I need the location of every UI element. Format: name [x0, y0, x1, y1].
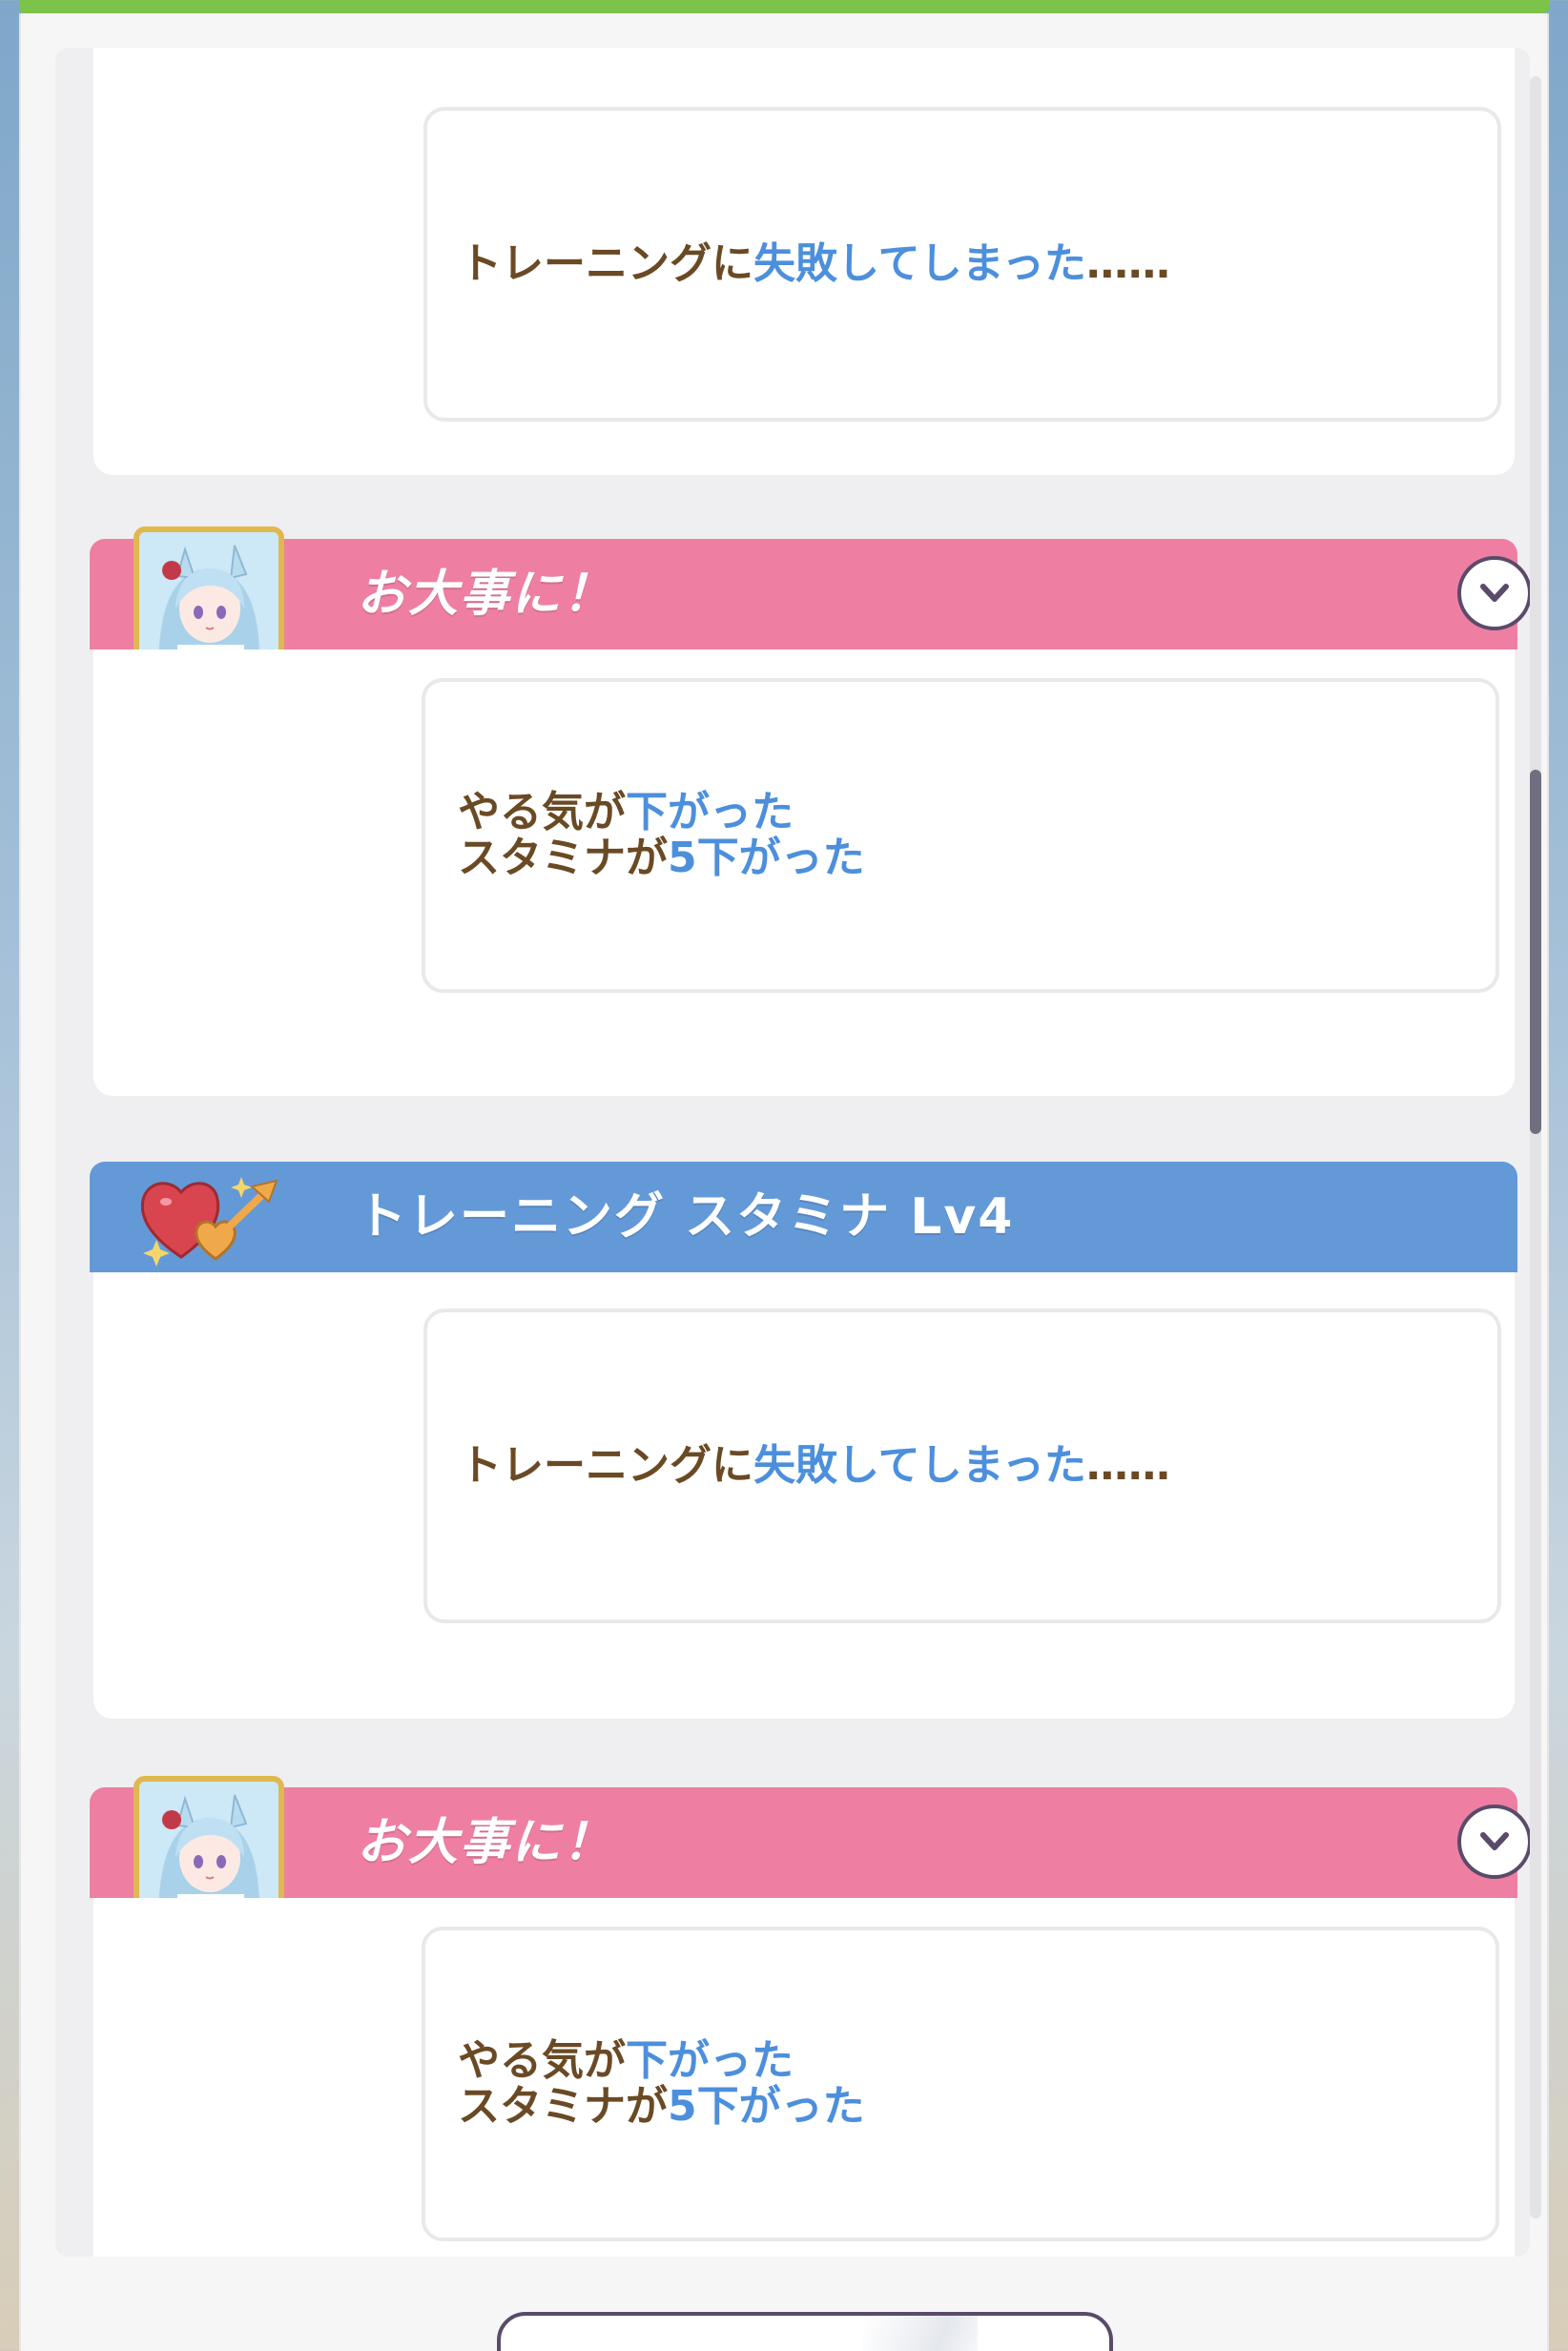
message-box: トレーニングに失敗してしまった……	[423, 107, 1501, 422]
message-text: やる気が下がった スタミナが5下がった	[458, 1930, 865, 2238]
scrollbar-thumb[interactable]	[1530, 770, 1541, 1134]
chevron-down-icon	[1480, 1832, 1509, 1850]
expand-toggle-button[interactable]	[1457, 556, 1530, 630]
message-text: トレーニングに失敗してしまった……	[460, 111, 1170, 418]
message-box: やる気が下がった スタミナが5下がった	[422, 678, 1499, 993]
close-button[interactable]	[497, 2312, 1113, 2351]
message-line: スタミナが5下がった	[458, 834, 865, 882]
event-title: お大事に！	[357, 566, 615, 623]
message-line: トレーニングに失敗してしまった……	[460, 1441, 1170, 1490]
message-line: やる気が下がった	[458, 788, 794, 836]
heart-arrow-icon	[134, 1164, 286, 1268]
training-title: トレーニング スタミナ Lv4	[357, 1188, 1015, 1246]
message-line: トレーニングに失敗してしまった……	[460, 239, 1170, 288]
training-header: トレーニング スタミナ Lv4	[90, 1162, 1517, 1272]
chevron-down-icon	[1480, 584, 1509, 602]
message-line: やる気が下がった	[458, 2036, 794, 2085]
log-entry-card: トレーニングに失敗してしまった……	[93, 48, 1515, 475]
message-line: スタミナが5下がった	[458, 2082, 865, 2131]
message-box: やる気が下がった スタミナが5下がった	[422, 1927, 1499, 2241]
message-text: トレーニングに失敗してしまった……	[460, 1312, 1170, 1619]
log-entry-card: やる気が下がった スタミナが5下がった	[93, 1898, 1515, 2257]
expand-toggle-button[interactable]	[1457, 1804, 1530, 1879]
scrollbar-track[interactable]	[1530, 76, 1541, 2218]
button-shine	[863, 2316, 978, 2351]
message-text: やる気が下がった スタミナが5下がった	[458, 682, 865, 989]
event-log-panel: トレーニングに失敗してしまった…… お大事に！ やる気が下がった スタミナが5下…	[19, 13, 1549, 2351]
event-header[interactable]: お大事に！	[90, 539, 1530, 650]
message-box: トレーニングに失敗してしまった……	[423, 1309, 1501, 1623]
event-log-scroll-area[interactable]: トレーニングに失敗してしまった…… お大事に！ やる気が下がった スタミナが5下…	[55, 48, 1530, 2257]
event-header[interactable]: お大事に！	[90, 1787, 1530, 1898]
log-entry-card: トレーニングに失敗してしまった……	[93, 1272, 1515, 1719]
event-title: お大事に！	[357, 1814, 615, 1871]
top-accent-bar	[19, 0, 1549, 13]
log-entry-card: やる気が下がった スタミナが5下がった	[93, 650, 1515, 1096]
